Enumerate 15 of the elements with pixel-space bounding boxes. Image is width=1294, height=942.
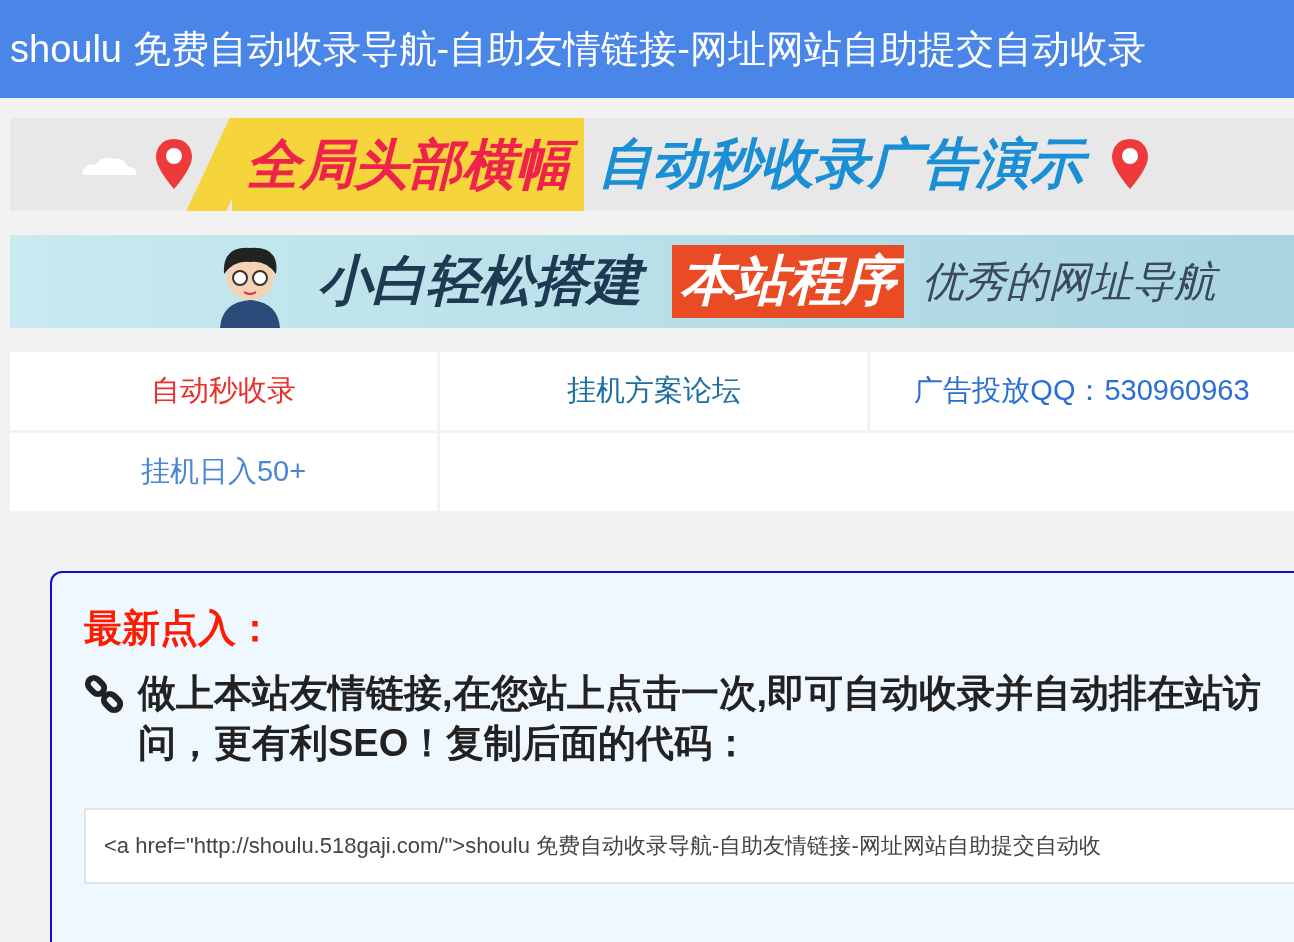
- banner-headline: 自动秒收录广告演示: [598, 124, 1096, 205]
- banner-badge: 本站程序: [672, 245, 904, 318]
- notice-text: 做上本站友情链接,在您站上点击一次,即可自动收录并自动排在站访问，更有利SEO！复制后面的代码：: [138, 671, 1263, 766]
- ad-banner[interactable]: 全局头部横幅 自动秒收录广告演示: [10, 118, 1294, 211]
- banner-headline: 小白轻松搭建: [318, 241, 654, 322]
- ad-banner[interactable]: 小白轻松搭建 本站程序 优秀的网址导航: [10, 235, 1294, 328]
- notice-heading: 最新点入：: [84, 606, 275, 651]
- nav-link[interactable]: 自动秒收录: [10, 352, 437, 430]
- nav-link[interactable]: 广告投放QQ：530960963: [870, 352, 1294, 430]
- nav-link[interactable]: 挂机日入50+: [10, 433, 437, 511]
- nav-link[interactable]: 挂机方案论坛: [440, 352, 867, 430]
- code-field[interactable]: <a href="http://shoulu.518gaji.com/">shoulu 免费自动收录导航-自助友情链接-网址网站自助提交自动收: [84, 808, 1294, 884]
- banner-headline: 全局头部横幅: [232, 118, 584, 211]
- link-icon: [84, 674, 124, 714]
- site-title: shoulu 免费自动收录导航-自助友情链接-网址网站自助提交自动收录: [10, 26, 1146, 72]
